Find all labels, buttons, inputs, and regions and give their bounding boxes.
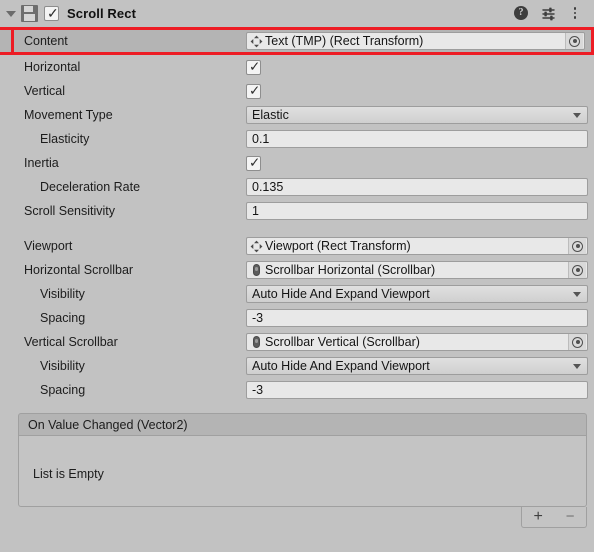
kebab-menu-icon[interactable] (568, 6, 583, 21)
vertical-checkbox[interactable]: ✓ (246, 82, 261, 99)
label-horizontal: Horizontal (24, 60, 81, 74)
horizontal-scrollbar-object-picker-icon[interactable] (568, 262, 586, 278)
vertical-visibility-dropdown[interactable]: Auto Hide And Expand Viewport (246, 357, 588, 375)
movement-type-dropdown[interactable]: Elastic (246, 106, 588, 124)
horizontal-visibility-dropdown[interactable]: Auto Hide And Expand Viewport (246, 285, 588, 303)
viewport-object-name: Viewport (Rect Transform) (265, 239, 411, 253)
event-list[interactable]: List is Empty (18, 435, 587, 507)
scrollbar-icon (250, 336, 263, 349)
help-icon[interactable]: ? (514, 6, 529, 21)
viewport-object-field[interactable]: Viewport (Rect Transform) (246, 237, 588, 255)
component-header: ✓ Scroll Rect ? (0, 0, 594, 27)
scroll-sensitivity-value: 1 (252, 204, 259, 218)
vertical-spacing-input[interactable]: -3 (246, 381, 588, 399)
property-row-horizontal-spacing[interactable]: Spacing -3 (0, 306, 594, 330)
horizontal-spacing-input[interactable]: -3 (246, 309, 588, 327)
vertical-scrollbar-object-name: Scrollbar Vertical (Scrollbar) (265, 335, 420, 349)
checkmark-icon: ✓ (249, 58, 261, 74)
rect-transform-icon (250, 35, 263, 48)
event-list-empty-text: List is Empty (33, 467, 104, 481)
vertical-visibility-value: Auto Hide And Expand Viewport (252, 359, 430, 373)
property-row-inertia[interactable]: Inertia ✓ (0, 151, 594, 175)
property-row-horizontal-scrollbar[interactable]: Horizontal Scrollbar Scrollbar Horizonta… (0, 258, 594, 282)
content-object-picker-icon[interactable] (565, 33, 583, 49)
property-row-vertical-spacing[interactable]: Spacing -3 (0, 378, 594, 402)
component-enabled-checkbox[interactable]: ✓ (44, 5, 59, 21)
property-row-deceleration-rate[interactable]: Deceleration Rate 0.135 (0, 175, 594, 199)
inertia-checkbox[interactable]: ✓ (246, 154, 261, 171)
horizontal-spacing-value: -3 (252, 311, 264, 325)
chevron-down-icon (573, 364, 581, 369)
chevron-down-icon (573, 292, 581, 297)
event-list-toolbar: + − (521, 507, 587, 528)
rect-transform-icon (250, 240, 263, 253)
property-row-vertical-scrollbar[interactable]: Vertical Scrollbar Scrollbar Vertical (S… (0, 330, 594, 354)
elasticity-input[interactable]: 0.1 (246, 130, 588, 148)
horizontal-visibility-value: Auto Hide And Expand Viewport (252, 287, 430, 301)
property-row-movement-type[interactable]: Movement Type Elastic (0, 103, 594, 127)
on-value-changed-section: On Value Changed (Vector2) List is Empty… (18, 413, 587, 528)
property-row-vertical-visibility[interactable]: Visibility Auto Hide And Expand Viewport (0, 354, 594, 378)
help-glyph: ? (514, 6, 528, 20)
label-inertia: Inertia (24, 156, 59, 170)
header-tools: ? (514, 6, 586, 21)
property-list: Content Text (TMP) (Rect Transform) Hori… (0, 27, 594, 528)
vertical-spacing-value: -3 (252, 383, 264, 397)
deceleration-rate-input[interactable]: 0.135 (246, 178, 588, 196)
horizontal-scrollbar-object-name: Scrollbar Horizontal (Scrollbar) (265, 263, 436, 277)
property-row-horizontal[interactable]: Horizontal ✓ (0, 55, 594, 79)
horizontal-checkbox[interactable]: ✓ (246, 58, 261, 75)
remove-listener-button[interactable]: − (566, 509, 575, 524)
label-horizontal-scrollbar: Horizontal Scrollbar (24, 263, 134, 277)
property-row-horizontal-visibility[interactable]: Visibility Auto Hide And Expand Viewport (0, 282, 594, 306)
elasticity-value: 0.1 (252, 132, 270, 146)
vertical-scrollbar-object-picker-icon[interactable] (568, 334, 586, 350)
checkmark-icon: ✓ (249, 154, 261, 170)
label-vertical-spacing: Spacing (40, 383, 86, 397)
checkmark-icon: ✓ (249, 82, 261, 98)
property-row-viewport[interactable]: Viewport Viewport (Rect Transform) (0, 234, 594, 258)
label-horizontal-spacing: Spacing (40, 311, 86, 325)
label-horizontal-visibility: Visibility (40, 287, 85, 301)
page-title: Scroll Rect (67, 6, 137, 21)
event-header-label: On Value Changed (Vector2) (28, 417, 188, 432)
vertical-scrollbar-object-field[interactable]: Scrollbar Vertical (Scrollbar) (246, 333, 588, 351)
property-row-vertical[interactable]: Vertical ✓ (0, 79, 594, 103)
label-movement-type: Movement Type (24, 108, 113, 122)
foldout-triangle-icon[interactable] (4, 7, 18, 21)
deceleration-rate-value: 0.135 (252, 180, 284, 194)
label-vertical: Vertical (24, 84, 65, 98)
content-object-name: Text (TMP) (Rect Transform) (265, 34, 424, 48)
label-scroll-sensitivity: Scroll Sensitivity (24, 204, 115, 218)
label-viewport: Viewport (24, 239, 73, 253)
property-row-content[interactable]: Content Text (TMP) (Rect Transform) (0, 27, 594, 55)
label-vertical-visibility: Visibility (40, 359, 85, 373)
property-row-elasticity[interactable]: Elasticity 0.1 (0, 127, 594, 151)
property-row-scroll-sensitivity[interactable]: Scroll Sensitivity 1 (0, 199, 594, 223)
scroll-sensitivity-input[interactable]: 1 (246, 202, 588, 220)
label-elasticity: Elasticity (40, 132, 90, 146)
label-deceleration-rate: Deceleration Rate (40, 180, 141, 194)
event-header: On Value Changed (Vector2) (18, 413, 587, 435)
scroll-rect-component-icon (21, 5, 38, 22)
chevron-down-icon (573, 113, 581, 118)
scrollbar-icon (250, 264, 263, 277)
add-listener-button[interactable]: + (533, 509, 542, 525)
movement-type-value: Elastic (252, 108, 289, 122)
label-vertical-scrollbar: Vertical Scrollbar (24, 335, 118, 349)
content-object-field[interactable]: Text (TMP) (Rect Transform) (246, 32, 585, 50)
checkmark-icon: ✓ (47, 5, 59, 21)
viewport-object-picker-icon[interactable] (568, 238, 586, 254)
horizontal-scrollbar-object-field[interactable]: Scrollbar Horizontal (Scrollbar) (246, 261, 588, 279)
scroll-rect-inspector: ✓ Scroll Rect ? Content Text (TMP) (Rect… (0, 0, 594, 552)
preset-sliders-icon[interactable] (541, 6, 556, 21)
label-content: Content (24, 34, 68, 48)
